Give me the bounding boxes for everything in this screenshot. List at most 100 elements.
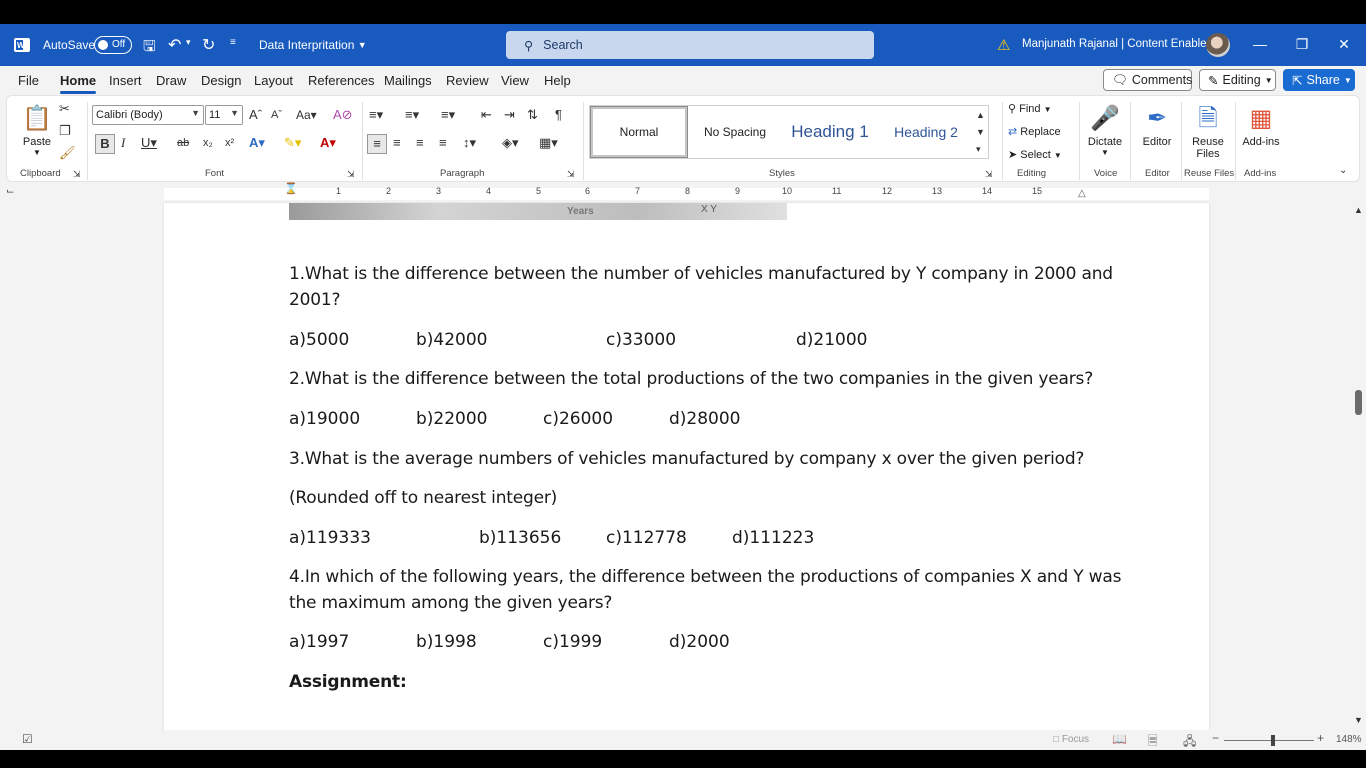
underline-icon[interactable]: U▾	[141, 134, 157, 152]
avatar[interactable]	[1206, 33, 1230, 57]
search-box[interactable]: ⚲ Search	[506, 31, 874, 59]
add-ins-button[interactable]: ▦ Add-ins	[1237, 102, 1285, 148]
align-left-icon[interactable]: ≡	[367, 134, 387, 154]
format-painter-icon[interactable]: 🖌	[59, 144, 76, 162]
strikethrough-icon[interactable]: ab	[177, 134, 189, 152]
italic-icon[interactable]: I	[121, 134, 125, 152]
font-family-select[interactable]: Calibri (Body) ▼	[92, 105, 204, 125]
undo-dropdown-icon[interactable]: ▾	[186, 37, 191, 48]
scroll-up-icon[interactable]: ▲	[1354, 205, 1363, 215]
tab-insert[interactable]: Insert	[109, 73, 142, 88]
tab-design[interactable]: Design	[201, 73, 241, 88]
zoom-level[interactable]: 148%	[1336, 734, 1362, 745]
autosave-toggle[interactable]: Off	[94, 36, 132, 54]
copy-icon[interactable]: ❐	[59, 122, 71, 140]
dictate-button[interactable]: 🎤 Dictate ▼	[1081, 102, 1129, 157]
style-no-spacing[interactable]: No Spacing	[688, 107, 782, 157]
accessibility-icon[interactable]: ☑	[22, 732, 33, 746]
reuse-files-button[interactable]: 🗎 Reuse Files	[1184, 102, 1232, 160]
font-color-icon[interactable]: A▾	[320, 134, 336, 152]
print-layout-icon[interactable]: 🗏	[1148, 732, 1158, 750]
minimize-button[interactable]: —	[1250, 34, 1270, 54]
collapse-ribbon-icon[interactable]: ⌄	[1339, 162, 1347, 180]
multilevel-list-icon[interactable]: ≡▾	[441, 106, 455, 124]
cut-icon[interactable]: ✂	[59, 100, 70, 118]
vertical-scrollbar[interactable]: ▲ ▼	[1352, 203, 1366, 730]
align-right-icon[interactable]: ≡	[416, 134, 424, 152]
style-heading-2[interactable]: Heading 2	[878, 107, 974, 157]
select-button[interactable]: ➤ Select ▼	[1008, 148, 1062, 161]
sort-icon[interactable]: ⇅	[527, 106, 538, 124]
replace-button[interactable]: ⇄ Replace	[1008, 125, 1061, 138]
shading-icon[interactable]: ◈▾	[502, 134, 519, 152]
paste-button[interactable]: 📋 Paste ▼	[13, 102, 61, 157]
restore-button[interactable]: ❐	[1292, 34, 1312, 54]
find-button[interactable]: ⚲ Find ▼	[1008, 102, 1052, 115]
highlight-color-icon[interactable]: ✎▾	[284, 134, 301, 152]
save-icon[interactable]: 🖫	[143, 36, 156, 61]
line-spacing-icon[interactable]: ↕▾	[463, 134, 476, 152]
indent-marker-icon[interactable]: ⌛	[284, 182, 298, 195]
tab-review[interactable]: Review	[446, 73, 489, 88]
align-center-icon[interactable]: ≡	[393, 134, 401, 152]
subscript-icon[interactable]: x₂	[203, 134, 213, 152]
dialog-launcher-icon[interactable]: ⇲	[985, 165, 993, 183]
web-layout-icon[interactable]: 🖧	[1183, 732, 1196, 750]
comments-button[interactable]: 🗨 Comments	[1103, 69, 1192, 91]
document-title[interactable]: Data Interpritation ▼	[259, 38, 367, 52]
customize-toolbar-icon[interactable]: ≡	[230, 37, 236, 48]
styles-more-icon[interactable]: ▾	[976, 140, 981, 158]
grow-font-icon[interactable]: Aˆ	[249, 106, 262, 124]
text-effects-icon[interactable]: A▾	[249, 134, 265, 152]
show-formatting-icon[interactable]: ¶	[555, 106, 562, 124]
clear-formatting-icon[interactable]: A⊘	[333, 106, 353, 124]
tab-layout[interactable]: Layout	[254, 73, 293, 88]
shrink-font-icon[interactable]: Aˇ	[271, 106, 282, 124]
share-button[interactable]: ⇱ Share ▼	[1283, 69, 1355, 91]
user-name[interactable]: Manjunath Rajanal | Content Enablers	[1022, 38, 1216, 50]
borders-icon[interactable]: ▦▾	[539, 134, 558, 152]
zoom-in-icon[interactable]: +	[1317, 731, 1324, 745]
warning-icon[interactable]: ⚠	[997, 36, 1010, 54]
tab-draw[interactable]: Draw	[156, 73, 186, 88]
undo-icon[interactable]: ↶	[168, 35, 181, 55]
superscript-icon[interactable]: x²	[225, 134, 234, 152]
editor-button[interactable]: ✒ Editor	[1133, 102, 1181, 148]
zoom-out-icon[interactable]: −	[1212, 731, 1219, 745]
zoom-slider-thumb[interactable]	[1271, 735, 1275, 746]
close-button[interactable]: ✕	[1334, 34, 1354, 54]
read-mode-icon[interactable]: 📖	[1112, 732, 1127, 746]
styles-scroll-up-icon[interactable]: ▲	[976, 106, 985, 124]
zoom-slider[interactable]	[1224, 740, 1314, 741]
tab-stop-icon[interactable]: ⌙	[6, 186, 14, 197]
document-page[interactable]: Years X Y 1.What is the difference betwe…	[164, 203, 1209, 730]
style-normal[interactable]: Normal	[590, 106, 688, 158]
style-heading-1[interactable]: Heading 1	[784, 107, 876, 157]
dialog-launcher-icon[interactable]: ⇲	[73, 165, 81, 183]
editing-mode-button[interactable]: ✎ Editing ▼	[1199, 69, 1276, 91]
styles-scroll-down-icon[interactable]: ▼	[976, 123, 985, 141]
tab-file[interactable]: File	[18, 73, 39, 88]
justify-icon[interactable]: ≡	[439, 134, 447, 152]
focus-button[interactable]: □ Focus	[1053, 734, 1089, 745]
increase-indent-icon[interactable]: ⇥	[504, 106, 515, 124]
decrease-indent-icon[interactable]: ⇤	[481, 106, 492, 124]
change-case-icon[interactable]: Aa▾	[296, 106, 317, 124]
redo-icon[interactable]: ↻	[202, 35, 215, 55]
font-size-select[interactable]: 11 ▼	[205, 105, 243, 125]
numbering-icon[interactable]: ≡▾	[405, 106, 419, 124]
tab-home[interactable]: Home	[60, 73, 97, 94]
scroll-down-icon[interactable]: ▼	[1354, 715, 1363, 725]
tab-view[interactable]: View	[501, 73, 529, 88]
dialog-launcher-icon[interactable]: ⇲	[567, 165, 575, 183]
bullets-icon[interactable]: ≡▾	[369, 106, 383, 124]
tab-help[interactable]: Help	[544, 73, 571, 88]
dialog-launcher-icon[interactable]: ⇲	[347, 165, 355, 183]
chevron-down-icon: ▼	[1043, 105, 1052, 114]
tab-mailings[interactable]: Mailings	[384, 73, 432, 88]
scrollbar-thumb[interactable]	[1355, 390, 1362, 415]
chart-image-fragment[interactable]: Years X Y	[289, 203, 787, 220]
tab-references[interactable]: References	[308, 73, 374, 88]
bold-icon[interactable]: B	[95, 134, 115, 154]
right-indent-icon[interactable]: △	[1078, 188, 1086, 199]
